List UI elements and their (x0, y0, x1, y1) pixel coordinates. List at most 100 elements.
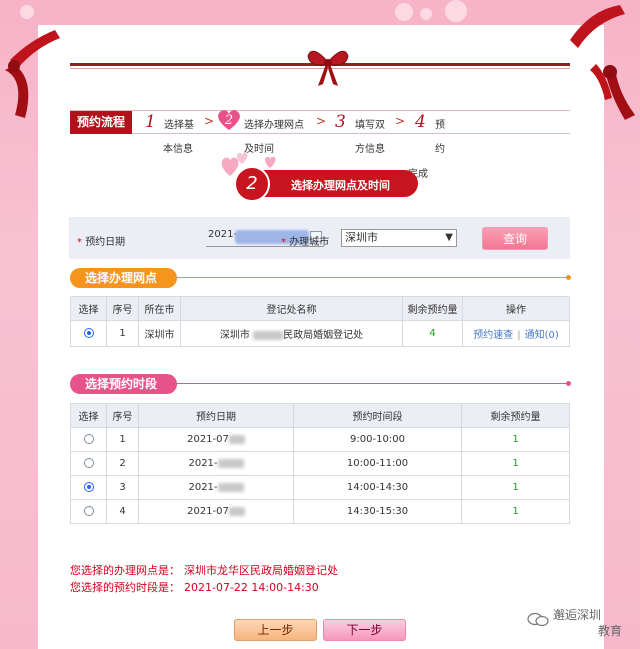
step-3-label: 填写双 (355, 120, 385, 131)
col-header: 预约日期 (138, 403, 294, 428)
background-bubble (20, 5, 34, 19)
redacted-blur (228, 434, 245, 444)
section-office-divider-dot (566, 275, 571, 280)
col-header: 选择 (70, 296, 107, 321)
col-header: 选择 (70, 403, 107, 428)
office-name-prefix: 深圳市 (219, 330, 250, 341)
section-office-title: 选择办理网点 (70, 268, 177, 288)
chevron-down-icon: ▼ (445, 232, 453, 243)
step-1-label-line2: 本信息 (163, 144, 193, 155)
step-4-number: 4 (415, 112, 426, 132)
table-row: 1 深圳市 深圳市 民政局婚姻登记处 4 预约速查 | 通知(0) (70, 320, 570, 347)
timeslot-radio[interactable] (83, 506, 94, 516)
step-1-label: 选择基 (164, 120, 194, 131)
timeslot-time: 14:30-15:30 (293, 499, 462, 524)
required-mark: * (281, 237, 286, 248)
col-header: 所在市 (138, 296, 181, 321)
timeslot-remaining: 1 (461, 499, 570, 524)
office-radio[interactable] (83, 328, 94, 338)
query-button[interactable]: 查询 (482, 227, 548, 250)
timeslot-date-text: 2021-07 (187, 434, 229, 445)
section-time-divider (177, 383, 567, 384)
wechat-icon (527, 612, 549, 626)
timeslot-radio[interactable] (83, 458, 94, 468)
redacted-blur (253, 330, 284, 340)
selected-office-label: 您选择的办理网点是： (70, 564, 180, 577)
date-input-value: 2021- (208, 229, 238, 240)
selected-time-summary: 您选择的预约时段是： 2021-07-22 14:00-14:30 (70, 579, 319, 595)
redacted-blur (217, 482, 244, 492)
timeslot-remaining: 1 (461, 451, 570, 476)
section-time-title: 选择预约时段 (70, 374, 177, 394)
timeslot-radio[interactable] (83, 434, 94, 444)
step-arrow-icon: > (204, 114, 215, 128)
timeslot-index: 3 (106, 475, 139, 500)
col-header: 剩余预约量 (461, 403, 570, 428)
timeslot-date: 2021- (138, 475, 294, 500)
timeslot-date-text: 2021- (188, 482, 218, 493)
col-header: 操作 (462, 296, 570, 321)
header-bow-icon (307, 50, 349, 86)
timeslot-time: 10:00-11:00 (293, 451, 462, 476)
background-bubble (420, 8, 432, 20)
city-select-value: 深圳市 (345, 231, 378, 244)
banner-step-number: 2 (234, 166, 270, 202)
quick-lookup-link[interactable]: 预约速查 (473, 330, 513, 341)
table-row: 3 2021- 14:00-14:30 1 (70, 475, 570, 500)
timeslot-date: 2021-07 (138, 499, 294, 524)
col-header: 登记处名称 (180, 296, 403, 321)
selected-office-summary: 您选择的办理网点是： 深圳市龙华区民政局婚姻登记处 (70, 562, 338, 578)
watermark-subtext: 教育 (598, 624, 623, 638)
date-label: * 预约日期 (77, 233, 125, 248)
col-header: 剩余预约量 (402, 296, 463, 321)
timeslot-time: 14:00-14:30 (293, 475, 462, 500)
background-bubble (445, 0, 467, 22)
step-4-label: 预 (435, 120, 445, 131)
office-name: 深圳市 民政局婚姻登记处 (180, 320, 403, 347)
step-4-label-line2: 约 (435, 144, 445, 155)
timeslot-date-text: 2021- (188, 458, 218, 469)
office-remaining: 4 (402, 320, 463, 347)
city-label: * 办理城市 (281, 233, 329, 248)
timeslot-radio[interactable] (83, 482, 94, 492)
office-name-suffix: 民政局婚姻登记处 (283, 330, 364, 341)
step-3-label-line2: 方信息 (355, 144, 385, 155)
watermark-text: 邂逅深圳 (553, 608, 602, 622)
notification-link[interactable]: 通知(0) (525, 330, 559, 341)
selected-office-value: 深圳市龙华区民政局婚姻登记处 (184, 564, 338, 577)
timeslot-table: 选择 序号 预约日期 预约时间段 剩余预约量 1 2021-07 9:00-10… (70, 403, 570, 524)
city-label-text: 办理城市 (289, 237, 330, 248)
timeslot-index: 4 (106, 499, 139, 524)
previous-step-button[interactable]: 上一步 (234, 619, 317, 641)
city-select[interactable]: 深圳市 ▼ (341, 229, 457, 247)
section-time-divider-dot (566, 381, 571, 386)
step-3-number: 3 (335, 112, 346, 132)
banner-title: 选择办理网点及时间 (291, 179, 390, 192)
timeslot-index: 2 (106, 451, 139, 476)
date-label-text: 预约日期 (85, 237, 126, 248)
booking-flow-steps: 预约流程 1 选择基 > 选择办理网点 > 3 填写双 > 4 预 (70, 110, 570, 134)
step-arrow-icon: > (395, 114, 406, 128)
selected-time-label: 您选择的预约时段是： (70, 581, 180, 594)
col-header: 序号 (106, 403, 139, 428)
col-header: 预约时间段 (293, 403, 462, 428)
office-city: 深圳市 (138, 320, 181, 347)
col-header: 序号 (106, 296, 139, 321)
timeslot-remaining: 1 (461, 427, 570, 452)
next-step-button[interactable]: 下一步 (323, 619, 406, 641)
operation-separator: | (517, 330, 521, 341)
table-row: 2 2021- 10:00-11:00 1 (70, 451, 570, 476)
office-operations: 预约速查 | 通知(0) (462, 320, 570, 347)
background-bubble (395, 3, 413, 21)
timeslot-remaining: 1 (461, 475, 570, 500)
step-arrow-icon: > (316, 114, 327, 128)
redacted-blur (228, 506, 245, 516)
section-office-divider (177, 277, 567, 278)
selected-time-value: 2021-07-22 14:00-14:30 (184, 581, 319, 594)
timeslot-time: 9:00-10:00 (293, 427, 462, 452)
timeslot-date: 2021- (138, 451, 294, 476)
table-row: 1 2021-07 9:00-10:00 1 (70, 427, 570, 452)
redacted-blur (217, 458, 244, 468)
flow-label: 预约流程 (70, 111, 132, 134)
required-mark: * (77, 237, 82, 248)
